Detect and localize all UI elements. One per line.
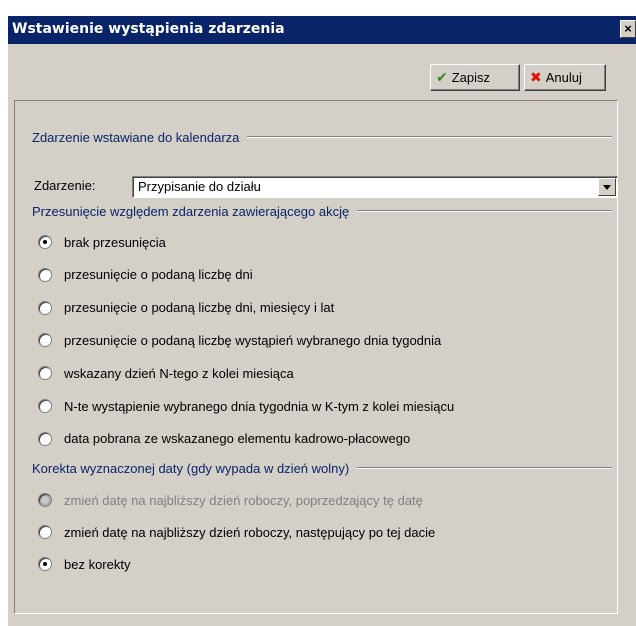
radio-button	[38, 493, 52, 507]
correction-option[interactable]: zmień datę na najbliższy dzień roboczy, …	[38, 522, 435, 542]
radio-label: zmień datę na najbliższy dzień roboczy, …	[64, 524, 436, 540]
title-bar[interactable]: Wstawienie wystąpienia zdarzenia ×	[8, 16, 636, 44]
shift-option[interactable]: przesunięcie o podaną liczbę dni, miesię…	[38, 298, 334, 318]
radio-button[interactable]	[38, 300, 52, 315]
shift-group-title: Przesunięcie względem zdarzenia zawieraj…	[32, 203, 350, 219]
save-button[interactable]: ✔ Zapisz	[430, 64, 520, 91]
shift-option[interactable]: brak przesunięcia	[38, 232, 166, 252]
shift-option[interactable]: przesunięcie o podaną liczbę wystąpień w…	[38, 330, 441, 350]
shift-option[interactable]: data pobrana ze wskazanego elementu kadr…	[38, 429, 410, 449]
radio-button[interactable]	[38, 557, 52, 571]
shift-option[interactable]: przesunięcie o podaną liczbę dni	[38, 265, 253, 285]
radio-label: zmień datę na najbliższy dzień roboczy, …	[64, 492, 423, 508]
event-select[interactable]: Przypisanie do działu	[132, 176, 618, 198]
correction-option: zmień datę na najbliższy dzień roboczy, …	[38, 490, 423, 510]
radio-label: bez korekty	[64, 556, 131, 572]
event-select-value: Przypisanie do działu	[138, 179, 261, 194]
radio-label: data pobrana ze wskazanego elementu kadr…	[64, 431, 411, 447]
dialog-window: Wstawienie wystąpienia zdarzenia × ✔ Zap…	[8, 16, 636, 626]
radio-button[interactable]	[38, 235, 52, 249]
radio-button[interactable]	[38, 267, 52, 282]
chevron-down-icon[interactable]	[598, 178, 616, 196]
radio-label: przesunięcie o podaną liczbę dni, miesię…	[64, 300, 335, 316]
radio-button[interactable]	[38, 525, 52, 539]
radio-label: przesunięcie o podaną liczbę dni	[64, 267, 253, 283]
correction-group-title: Korekta wyznaczonej daty (gdy wypada w d…	[32, 460, 350, 476]
close-icon: ×	[624, 21, 632, 36]
correction-group-header: Korekta wyznaczonej daty (gdy wypada w d…	[32, 459, 612, 477]
shift-option[interactable]: N-te wystąpienie wybranego dnia tygodnia…	[38, 396, 454, 416]
group-divider	[247, 136, 612, 138]
event-field-label: Zdarzenie:	[34, 178, 96, 193]
shift-group-header: Przesunięcie względem zdarzenia zawieraj…	[32, 202, 612, 220]
x-icon: ✖	[530, 69, 542, 85]
radio-label: N-te wystąpienie wybranego dnia tygodnia…	[64, 398, 455, 414]
cancel-button-label: Anuluj	[545, 70, 582, 85]
radio-button[interactable]	[38, 431, 52, 446]
check-icon: ✔	[436, 69, 448, 85]
correction-option[interactable]: bez korekty	[38, 554, 130, 574]
group-divider	[357, 210, 612, 212]
radio-label: wskazany dzień N-tego z kolei miesiąca	[64, 365, 294, 381]
event-group-header: Zdarzenie wstawiane do kalendarza	[32, 128, 612, 146]
radio-button[interactable]	[38, 366, 52, 381]
close-button[interactable]: ×	[620, 20, 636, 38]
window-title: Wstawienie wystąpienia zdarzenia	[12, 21, 285, 37]
radio-label: brak przesunięcia	[64, 234, 166, 250]
event-group-title: Zdarzenie wstawiane do kalendarza	[32, 129, 240, 145]
group-divider	[357, 467, 612, 469]
cancel-button[interactable]: ✖ Anuluj	[524, 64, 606, 91]
radio-label: przesunięcie o podaną liczbę wystąpień w…	[64, 332, 442, 348]
radio-button[interactable]	[38, 399, 52, 413]
radio-button[interactable]	[38, 333, 52, 348]
shift-option[interactable]: wskazany dzień N-tego z kolei miesiąca	[38, 363, 294, 383]
save-button-label: Zapisz	[451, 70, 491, 85]
